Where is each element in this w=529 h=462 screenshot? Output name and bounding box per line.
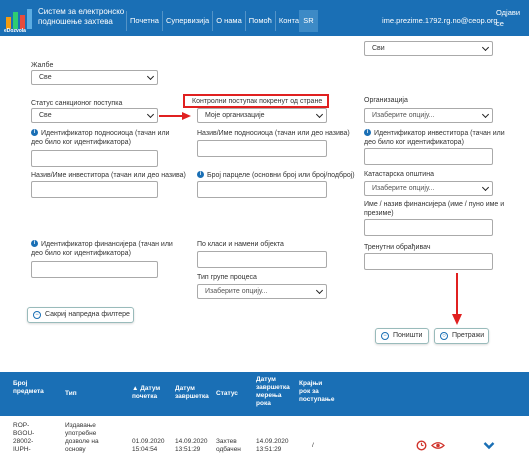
col-header-status[interactable]: Статус <box>216 390 238 398</box>
info-icon: i <box>197 171 204 178</box>
chevron-down-icon <box>481 110 490 119</box>
nav-item-supervision[interactable]: Супервизија <box>161 11 212 31</box>
clock-icon[interactable] <box>416 440 427 451</box>
applicant-name-label: Назив/Име подносиоца (тачан или део нази… <box>197 130 350 137</box>
nav-item-about[interactable]: О нама <box>212 11 245 31</box>
cell-status: Захтев одбачен <box>216 438 241 453</box>
minus-circle-icon: − <box>33 311 41 319</box>
col-header-type[interactable]: Тип <box>65 390 77 398</box>
cell-start-date: 01.09.2020 15:04:54 <box>132 438 165 453</box>
organization-select[interactable]: Изаберите опцију... <box>364 108 493 123</box>
app-logo[interactable]: eDozvola <box>4 6 34 34</box>
col-header-start-date[interactable]: ▲ Датум почетка <box>132 385 168 401</box>
select-value: Сви <box>372 45 385 52</box>
cadastral-municipality-select[interactable]: Изаберите опцију... <box>364 181 493 196</box>
button-label: Поништи <box>393 332 423 339</box>
control-initiated-label: Контролни поступак покренут од стране <box>192 98 323 105</box>
object-class-label: По класи и намени објекта <box>197 241 284 248</box>
parcel-number-label: Број парцеле (основни број или број/подб… <box>207 172 355 179</box>
red-arrow-down-icon <box>452 273 462 325</box>
financier-id-label: Идентификатор финансијера (тачан или део… <box>31 241 173 257</box>
select-value: Изаберите опцију... <box>372 112 435 119</box>
cell-case-number[interactable]: ROP-BGOU-28002-IUPH- <box>13 422 41 454</box>
cell-type: Издавање употребне дозволе на основу <box>65 422 99 453</box>
investor-name-input[interactable] <box>31 181 158 198</box>
chevron-down-icon[interactable] <box>483 441 495 450</box>
nav-item-help[interactable]: Помоћ <box>244 11 275 31</box>
cell-final-deadline: / <box>312 442 314 449</box>
red-arrow-right-icon <box>159 112 191 120</box>
logo-bar <box>27 9 32 29</box>
control-initiated-select[interactable]: Моје организације <box>197 108 327 123</box>
cell-end-date: 14.09.2020 13:51:29 <box>175 438 208 453</box>
investor-id-input[interactable] <box>364 148 493 165</box>
select-value: Изаберите опцију... <box>372 185 435 192</box>
logo-text: eDozvola <box>4 28 26 34</box>
sanction-status-select[interactable]: Све <box>31 108 158 123</box>
process-group-label: Тип групе процеса <box>197 274 257 281</box>
chevron-down-icon <box>481 183 490 192</box>
chevron-down-icon <box>146 110 155 119</box>
language-switch[interactable]: SR <box>299 10 318 32</box>
complaints-select[interactable]: Све <box>31 70 158 85</box>
cell-deadline-measure: 14.09.2020 13:51:29 <box>256 438 289 453</box>
chevron-down-icon <box>315 286 324 295</box>
chevron-down-icon <box>146 72 155 81</box>
app-title: Систем за електронско подношење захтева <box>38 7 125 26</box>
minus-circle-icon: − <box>381 332 389 340</box>
select-value: Све <box>39 74 52 81</box>
eye-icon[interactable] <box>431 441 445 450</box>
chevron-down-icon <box>481 43 490 52</box>
applicant-name-input[interactable] <box>197 140 327 157</box>
process-group-select[interactable]: Изаберите опцију... <box>197 284 327 299</box>
top-right-select[interactable]: Сви <box>364 41 493 56</box>
applicant-id-input[interactable] <box>31 150 158 167</box>
button-label: Сакриј напредна филтере <box>45 311 130 318</box>
logo-bar <box>13 12 18 29</box>
button-label: Претражи <box>452 332 485 339</box>
col-header-final-deadline[interactable]: Крајњи рок за поступање <box>299 380 335 404</box>
hide-advanced-filters-button[interactable]: − Сакриј напредна филтере <box>27 307 134 323</box>
current-processor-input[interactable] <box>364 253 493 270</box>
search-circle-icon: ○ <box>440 332 448 340</box>
chevron-down-icon <box>315 110 324 119</box>
nav-item-home[interactable]: Почетна <box>126 11 162 31</box>
organization-label: Организација <box>364 97 408 104</box>
search-button[interactable]: ○ Претражи <box>434 328 489 344</box>
parcel-number-input[interactable] <box>197 181 327 198</box>
logout-link[interactable]: Одјави се <box>496 7 529 29</box>
col-header-case-number[interactable]: Број предмета <box>13 380 49 396</box>
col-header-deadline-measure[interactable]: Датум завршетка мерења рока <box>256 376 292 408</box>
cadastral-municipality-label: Катастарска општина <box>364 171 434 178</box>
sanction-status-label: Статус санкционог поступка <box>31 100 123 107</box>
financier-name-label: Име / назив финансијера (име / пуно име … <box>364 201 505 217</box>
investor-id-label: Идентификатор инвеститора (тачан или део… <box>364 130 505 146</box>
reset-button[interactable]: − Поништи <box>375 328 429 344</box>
col-header-end-date[interactable]: Датум завршетка <box>175 385 211 401</box>
complaints-label: Жалбе <box>31 62 54 69</box>
logo-bar <box>20 15 25 29</box>
main-nav: Почетна Супервизија О нама Помоћ Контакт <box>126 11 309 31</box>
object-class-input[interactable] <box>197 251 327 268</box>
applicant-id-label: Идентификатор подносиоца (тачан или део … <box>31 130 170 146</box>
select-value: Моје организације <box>205 112 265 119</box>
financier-name-input[interactable] <box>364 219 493 236</box>
current-processor-label: Тренутни обрађивач <box>364 244 431 251</box>
user-email[interactable]: ime.prezime.1792.rg.no@ceop.org <box>382 10 498 32</box>
select-value: Изаберите опцију... <box>205 288 268 295</box>
select-value: Све <box>39 112 52 119</box>
investor-name-label: Назив/Име инвеститора (тачан или део наз… <box>31 172 186 179</box>
financier-id-input[interactable] <box>31 261 158 278</box>
